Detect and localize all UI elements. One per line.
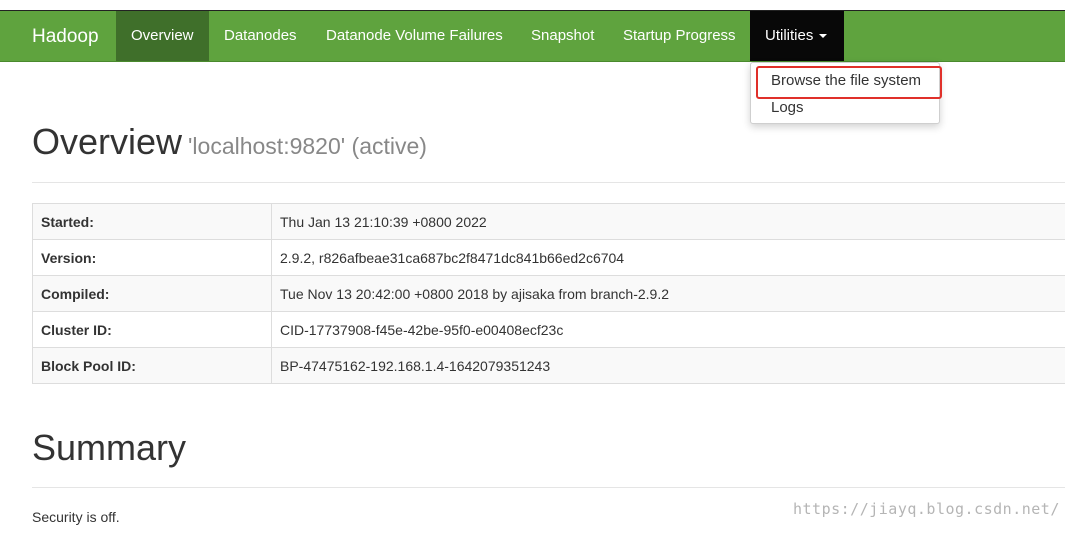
security-status-text: Security is off. [32, 509, 120, 525]
nav-utilities-dropdown[interactable]: Utilities [750, 11, 844, 61]
table-row: Started: Thu Jan 13 21:10:39 +0800 2022 [32, 203, 1065, 240]
row-key: Block Pool ID: [32, 347, 272, 384]
page: Hadoop Overview Datanodes Datanode Volum… [0, 0, 1065, 538]
nav-datanodes[interactable]: Datanodes [209, 11, 312, 61]
nav-snapshot[interactable]: Snapshot [516, 11, 609, 61]
row-key: Cluster ID: [32, 311, 272, 348]
nav-utilities-label: Utilities [765, 27, 814, 44]
page-title: Overview'localhost:9820' (active) [32, 120, 427, 168]
overview-title: Overview [32, 121, 183, 162]
row-value: CID-17737908-f45e-42be-95f0-e00408ecf23c [271, 311, 1065, 348]
nav-overview[interactable]: Overview [116, 11, 209, 61]
nav-startup-progress[interactable]: Startup Progress [608, 11, 751, 61]
row-key: Version: [32, 239, 272, 276]
row-value: Tue Nov 13 20:42:00 +0800 2018 by ajisak… [271, 275, 1065, 312]
overview-subtitle: 'localhost:9820' (active) [188, 133, 427, 159]
menu-item-logs[interactable]: Logs [771, 99, 804, 116]
watermark-text: https://jiayq.blog.csdn.net/ [793, 500, 1060, 518]
highlight-annotation-box [756, 66, 942, 99]
brand-link[interactable]: Hadoop [32, 11, 99, 62]
divider [32, 182, 1065, 183]
row-key: Started: [32, 203, 272, 240]
nav-datanode-volume-failures[interactable]: Datanode Volume Failures [311, 11, 518, 61]
table-row: Block Pool ID: BP-47475162-192.168.1.4-1… [32, 347, 1065, 384]
summary-heading: Summary [32, 427, 187, 468]
divider [32, 487, 1065, 488]
table-row: Compiled: Tue Nov 13 20:42:00 +0800 2018… [32, 275, 1065, 312]
row-key: Compiled: [32, 275, 272, 312]
table-row: Version: 2.9.2, r826afbeae31ca687bc2f847… [32, 239, 1065, 276]
row-value: Thu Jan 13 21:10:39 +0800 2022 [271, 203, 1065, 240]
table-row: Cluster ID: CID-17737908-f45e-42be-95f0-… [32, 311, 1065, 348]
navbar: Hadoop Overview Datanodes Datanode Volum… [0, 11, 1065, 62]
info-table: Started: Thu Jan 13 21:10:39 +0800 2022 … [32, 203, 1065, 384]
row-value: 2.9.2, r826afbeae31ca687bc2f8471dc841b66… [271, 239, 1065, 276]
row-value: BP-47475162-192.168.1.4-1642079351243 [271, 347, 1065, 384]
caret-down-icon [819, 34, 828, 39]
